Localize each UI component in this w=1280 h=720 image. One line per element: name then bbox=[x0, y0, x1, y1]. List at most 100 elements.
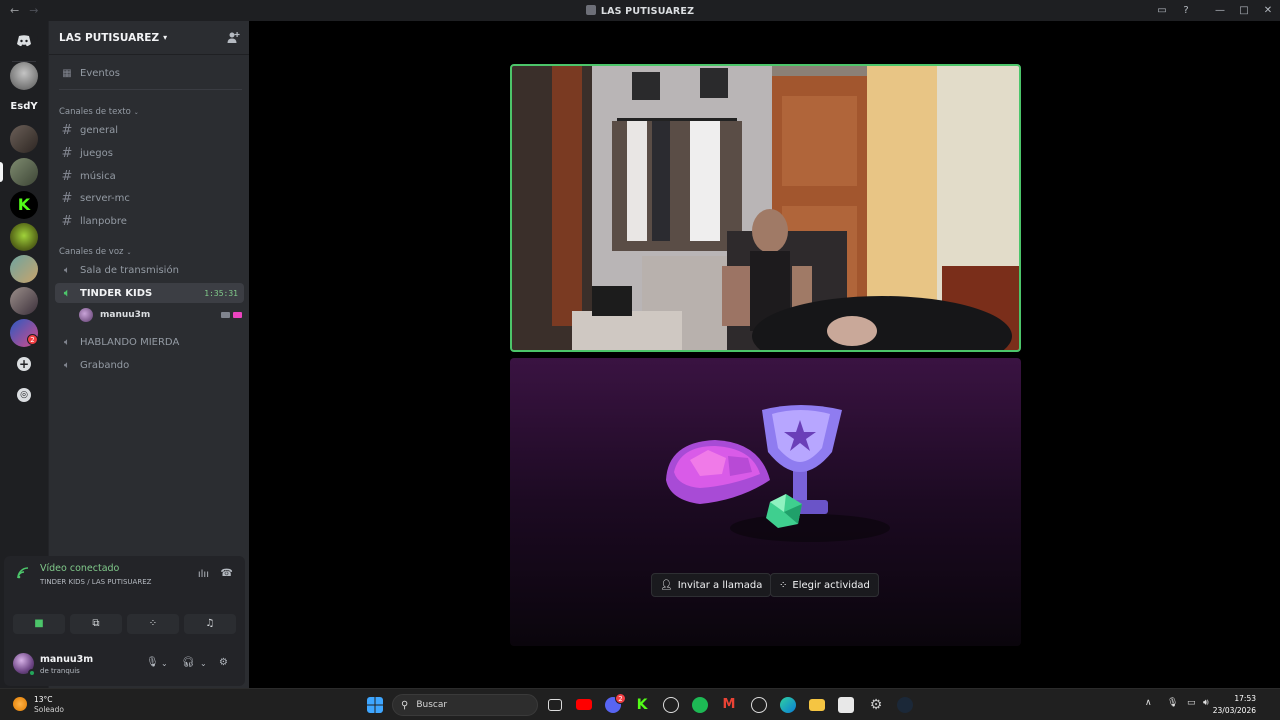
choose-activity-button[interactable]: ⁘ Elegir actividad bbox=[770, 573, 879, 597]
voice-location[interactable]: TINDER KIDS / LAS PUTISUAREZ bbox=[40, 578, 151, 586]
signal-icon[interactable] bbox=[16, 566, 30, 580]
voice-channel-hablando-mierda[interactable]: 🔈︎ HABLANDO MIERDA bbox=[55, 332, 244, 352]
weather-description[interactable]: Soleado bbox=[34, 705, 64, 714]
gear-icon[interactable]: ⚙ bbox=[219, 657, 228, 668]
discover-icon[interactable]: ◎ bbox=[17, 388, 31, 402]
kick-taskbar-icon[interactable]: K bbox=[634, 697, 650, 713]
chevron-down-icon[interactable]: ⌄ bbox=[161, 659, 168, 668]
webcam-feed bbox=[512, 66, 1019, 350]
hash-icon: # bbox=[61, 168, 73, 184]
add-user-icon: 👤︎ bbox=[660, 579, 673, 591]
network-icon[interactable]: ▭ bbox=[1187, 698, 1196, 708]
server-avatar-4[interactable] bbox=[10, 223, 38, 251]
speaker-icon: 🔈︎ bbox=[64, 336, 70, 348]
server-avatar-2[interactable] bbox=[10, 125, 38, 153]
volume-icon[interactable]: 🔊︎ bbox=[1203, 698, 1209, 708]
windows-start-icon[interactable] bbox=[367, 697, 383, 713]
invite-to-call-button[interactable]: 👤︎ Invitar a llamada bbox=[651, 573, 772, 597]
guild-header[interactable]: LAS PUTISUAREZ ▾ bbox=[49, 21, 249, 55]
custom-status[interactable]: de tranquis bbox=[40, 667, 80, 675]
speaker-icon: 🔈︎ bbox=[64, 287, 70, 299]
guild-name: LAS PUTISUAREZ bbox=[59, 31, 160, 44]
file-explorer-icon[interactable] bbox=[809, 699, 825, 711]
active-server-pill bbox=[0, 162, 3, 182]
hash-icon: # bbox=[61, 190, 73, 206]
chatgpt-icon[interactable] bbox=[751, 697, 767, 713]
maximize-button[interactable]: □ bbox=[1232, 5, 1256, 16]
activities-button[interactable]: ⁘ bbox=[127, 614, 179, 634]
os-taskbar: 13°C Soleado ⚲ Buscar 2 K M ⚙ ∧ 🎙︎ ▭ 🔊︎ … bbox=[0, 688, 1280, 720]
youtube-icon[interactable] bbox=[576, 699, 592, 710]
status-indicator bbox=[28, 669, 36, 677]
app-taskbar-icon[interactable] bbox=[663, 697, 679, 713]
window-title: LAS PUTISUAREZ bbox=[0, 4, 1280, 17]
help-icon[interactable]: ? bbox=[1174, 5, 1198, 16]
channel-llanpobre[interactable]: # llanpobre bbox=[55, 211, 244, 231]
server-avatar-3[interactable] bbox=[10, 158, 38, 186]
voice-connection-panel: Vídeo conectado TINDER KIDS / LAS PUTISU… bbox=[4, 556, 245, 686]
voice-category[interactable]: Canales de voz ⌄ bbox=[59, 247, 132, 257]
back-button[interactable]: ← bbox=[10, 4, 19, 17]
camera-button[interactable]: ■ bbox=[13, 614, 65, 634]
text-category[interactable]: Canales de texto ⌄ bbox=[59, 107, 139, 117]
channel-juegos[interactable]: # juegos bbox=[55, 143, 244, 163]
screen-share-button[interactable]: ⧉ bbox=[70, 614, 122, 634]
edge-icon[interactable] bbox=[780, 697, 796, 713]
voice-status[interactable]: Vídeo conectado bbox=[40, 563, 119, 574]
chevron-up-icon[interactable]: ∧ bbox=[1145, 698, 1152, 708]
noise-suppression-icon[interactable]: ılıı bbox=[198, 569, 209, 580]
microphone-icon[interactable]: 🎙︎ bbox=[1167, 698, 1178, 708]
voice-user[interactable]: manuu3m bbox=[79, 306, 242, 324]
server-notification-badge: 2 bbox=[27, 334, 38, 345]
video-tile[interactable] bbox=[510, 64, 1021, 352]
minimize-button[interactable]: — bbox=[1208, 5, 1232, 16]
server-icon bbox=[585, 4, 596, 15]
server-avatar-1[interactable] bbox=[10, 62, 38, 90]
soundboard-button[interactable]: ♫ bbox=[184, 614, 236, 634]
username[interactable]: manuu3m bbox=[40, 654, 93, 665]
close-button[interactable]: ✕ bbox=[1256, 5, 1280, 16]
server-folder-label[interactable]: EsdY bbox=[4, 101, 44, 112]
taskbar-search[interactable]: ⚲ Buscar bbox=[392, 694, 538, 716]
voice-channel-tinder-kids[interactable]: 🔈︎ TINDER KIDS 1:35:31 bbox=[55, 283, 244, 303]
chevron-down-icon[interactable]: ⌄ bbox=[200, 659, 207, 668]
hash-icon: # bbox=[61, 213, 73, 229]
speaker-icon: 🔈︎ bbox=[64, 264, 70, 276]
add-member-icon[interactable] bbox=[227, 31, 240, 44]
channel-server-mc[interactable]: # server-mc bbox=[55, 188, 244, 208]
server-avatar-6[interactable] bbox=[10, 287, 38, 315]
events-item[interactable]: ▦ Eventos bbox=[55, 63, 244, 83]
spotify-icon[interactable] bbox=[692, 697, 708, 713]
steam-icon[interactable] bbox=[897, 697, 913, 713]
kick-server-icon[interactable]: K bbox=[10, 191, 38, 219]
system-clock[interactable]: 17:53 23/03/2026 bbox=[1213, 693, 1256, 717]
activities-icon: ⁘ bbox=[779, 579, 788, 591]
settings-icon[interactable]: ⚙ bbox=[868, 697, 884, 713]
title-bar: ← → LAS PUTISUAREZ ▭ ? — □ ✕ bbox=[0, 0, 1280, 21]
call-timer: 1:35:31 bbox=[204, 288, 238, 298]
task-view-icon[interactable] bbox=[548, 699, 562, 711]
forward-button[interactable]: → bbox=[29, 4, 38, 17]
inbox-icon[interactable]: ▭ bbox=[1150, 5, 1174, 16]
voice-channel-grabando[interactable]: 🔈︎ Grabando bbox=[55, 355, 244, 375]
discord-home-icon[interactable] bbox=[10, 27, 38, 55]
weather-sun-icon[interactable] bbox=[13, 697, 27, 711]
server-avatar-5[interactable] bbox=[10, 255, 38, 283]
disconnect-icon[interactable]: ☎ bbox=[221, 568, 233, 579]
discord-badge: 2 bbox=[615, 693, 626, 704]
channel-musica[interactable]: # música bbox=[55, 166, 244, 186]
store-icon[interactable] bbox=[838, 697, 854, 713]
stream-icon bbox=[233, 312, 242, 318]
gmail-icon[interactable]: M bbox=[721, 697, 737, 713]
add-server-icon[interactable]: + bbox=[17, 357, 31, 371]
headphones-icon[interactable]: 🎧︎ bbox=[182, 657, 195, 668]
user-panel: manuu3m de tranquis 🎙︎ ⌄ 🎧︎ ⌄ ⚙ bbox=[4, 648, 245, 684]
microphone-icon[interactable]: 🎙︎ bbox=[146, 657, 159, 668]
channel-general[interactable]: # general bbox=[55, 120, 244, 140]
activity-illustration bbox=[666, 405, 890, 542]
weather-temperature[interactable]: 13°C bbox=[34, 695, 53, 704]
history-nav: ← → bbox=[0, 4, 38, 17]
voice-channel-sala[interactable]: 🔈︎ Sala de transmisión bbox=[55, 260, 244, 280]
calendar-icon: ▦ bbox=[62, 67, 72, 79]
activity-panel: 👤︎ Invitar a llamada ⁘ Elegir actividad bbox=[510, 358, 1021, 646]
